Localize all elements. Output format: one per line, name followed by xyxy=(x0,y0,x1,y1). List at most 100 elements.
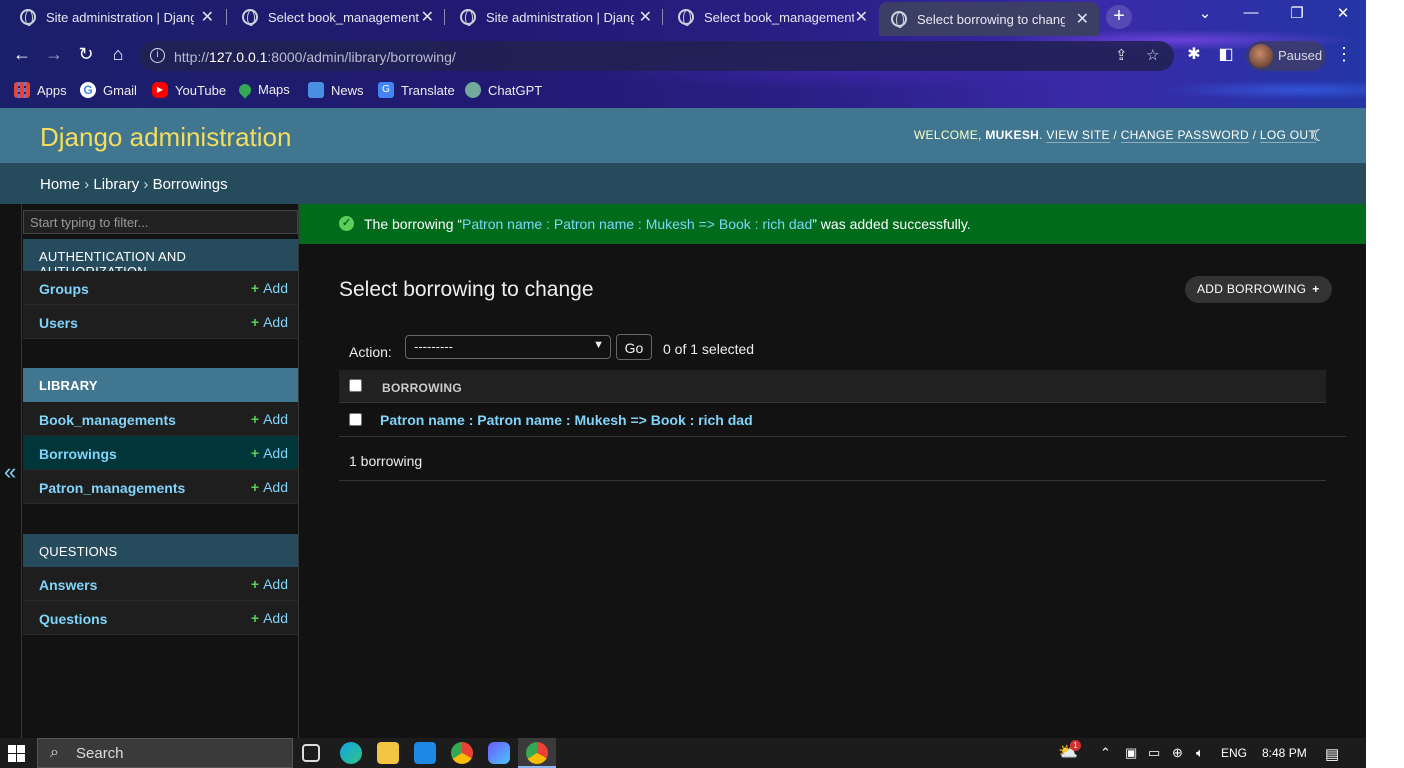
minimize-button[interactable]: — xyxy=(1236,4,1266,21)
app-caption-questions[interactable]: QUESTIONS xyxy=(23,534,298,568)
select-all-checkbox[interactable] xyxy=(349,379,362,392)
sidebar-item-questions[interactable]: Questions + Add xyxy=(23,601,298,635)
sidebar-item-label[interactable]: Patron_managements xyxy=(39,480,185,496)
nav-filter-input[interactable]: Start typing to filter... xyxy=(23,210,298,234)
volume-icon[interactable]: 🔈︎ xyxy=(1196,745,1204,761)
chrome-icon[interactable] xyxy=(451,742,473,764)
bookmark-apps[interactable]: Apps xyxy=(14,82,67,98)
close-icon[interactable]: ✕ xyxy=(1076,9,1089,29)
close-icon[interactable]: ✕ xyxy=(421,7,434,27)
sidebar-item-label[interactable]: Groups xyxy=(39,281,89,297)
sidebar-item-label[interactable]: Book_managements xyxy=(39,412,176,428)
forward-button[interactable]: → xyxy=(42,44,66,65)
log-out-link[interactable]: LOG OUT xyxy=(1259,128,1316,143)
sidebar-item-label[interactable]: Questions xyxy=(39,611,107,627)
sidebar-item-groups[interactable]: Groups + Add xyxy=(23,271,298,305)
bookmark-star-icon[interactable]: ☆ xyxy=(1146,46,1159,64)
table-header-row: BORROWING xyxy=(339,370,1326,403)
bookmark-label: ChatGPT xyxy=(488,82,543,98)
address-bar[interactable]: i http://127.0.0.1:8000/admin/library/bo… xyxy=(140,41,1174,71)
column-header-borrowing[interactable]: BORROWING xyxy=(382,381,462,395)
breadcrumb-library[interactable]: Library xyxy=(93,176,139,193)
battery-icon[interactable]: ▭ xyxy=(1148,745,1160,761)
new-tab-button[interactable]: + xyxy=(1106,5,1132,29)
menu-kebab-icon[interactable]: ⋮ xyxy=(1332,44,1356,65)
home-button[interactable]: ⌂ xyxy=(106,44,130,65)
restore-button[interactable]: ❐ xyxy=(1282,4,1312,22)
bookmark-news[interactable]: News xyxy=(308,82,364,98)
theme-toggle-moon-icon[interactable]: ☾ xyxy=(1312,126,1326,146)
bookmark-youtube[interactable]: ▶ YouTube xyxy=(152,82,226,98)
change-password-link[interactable]: CHANGE PASSWORD xyxy=(1120,128,1249,143)
bookmark-gmail[interactable]: G Gmail xyxy=(80,82,137,98)
add-users-link[interactable]: + Add xyxy=(251,314,288,330)
taskbar-search-box[interactable]: ⌕ Search xyxy=(37,738,293,768)
reload-button[interactable]: ↻ xyxy=(74,44,98,65)
go-button[interactable]: Go xyxy=(616,334,652,360)
url-text[interactable]: http://127.0.0.1:8000/admin/library/borr… xyxy=(174,49,456,65)
sidebar-item-users[interactable]: Users + Add xyxy=(23,305,298,339)
breadcrumb-home[interactable]: Home xyxy=(40,176,80,193)
chevron-up-icon[interactable]: ⌃ xyxy=(1100,745,1111,761)
close-icon[interactable]: ✕ xyxy=(201,7,214,27)
sidebar-item-borrowings[interactable]: Borrowings + Add xyxy=(23,436,298,470)
app-caption-auth[interactable]: AUTHENTICATION AND AUTHORIZATION xyxy=(23,239,298,279)
add-borrowings-link[interactable]: + Add xyxy=(251,445,288,461)
back-button[interactable]: ← xyxy=(10,44,34,65)
profile-button[interactable]: Paused xyxy=(1246,41,1326,71)
message-object-link[interactable]: Patron name : Patron name : Mukesh => Bo… xyxy=(462,216,812,232)
side-panel-icon[interactable]: ◧ xyxy=(1214,44,1238,64)
sidebar-item-label[interactable]: Users xyxy=(39,315,78,331)
tab-select-borrowing[interactable]: Select borrowing to change ✕ xyxy=(879,2,1099,36)
close-icon[interactable]: ✕ xyxy=(639,7,652,27)
tab-select-book-management-2[interactable]: Select book_management to ✕ xyxy=(658,0,878,34)
tab-search-chevron-icon[interactable]: ⌄ xyxy=(1190,4,1220,22)
add-borrowing-button[interactable]: ADD BORROWING + xyxy=(1185,276,1332,303)
add-groups-link[interactable]: + Add xyxy=(251,280,288,296)
task-view-icon[interactable] xyxy=(302,744,320,762)
network-globe-icon[interactable]: ⊕ xyxy=(1172,745,1183,761)
avatar xyxy=(1249,44,1273,68)
info-icon[interactable]: i xyxy=(150,48,165,63)
active-chrome-taskbar-item[interactable] xyxy=(518,738,556,768)
tab-select-book-management-1[interactable]: Select book_management to ✕ xyxy=(222,0,444,34)
language-indicator[interactable]: ENG xyxy=(1221,746,1247,760)
view-site-link[interactable]: VIEW SITE xyxy=(1046,128,1110,143)
sidebar-item-answers[interactable]: Answers + Add xyxy=(23,567,298,601)
bookmark-chatgpt[interactable]: ChatGPT xyxy=(465,82,542,98)
sidebar-item-label[interactable]: Answers xyxy=(39,577,97,593)
sidebar-item-patron-managements[interactable]: Patron_managements + Add xyxy=(23,470,298,504)
file-explorer-icon[interactable] xyxy=(377,742,399,764)
site-branding[interactable]: Django administration xyxy=(40,122,291,153)
add-book-managements-link[interactable]: + Add xyxy=(251,411,288,427)
app-caption-library[interactable]: LIBRARY xyxy=(23,368,298,402)
row-link[interactable]: Patron name : Patron name : Mukesh => Bo… xyxy=(380,412,753,428)
share-icon[interactable]: ⇪ xyxy=(1115,46,1128,64)
sidebar-item-book-managements[interactable]: Book_managements + Add xyxy=(23,402,298,436)
add-answers-link[interactable]: + Add xyxy=(251,576,288,592)
taskbar-clock[interactable]: 8:48 PM xyxy=(1262,746,1307,760)
row-checkbox[interactable] xyxy=(349,413,362,426)
plus-icon: + xyxy=(250,411,260,427)
user-tools: WELCOME, MUKESH. VIEW SITE / CHANGE PASS… xyxy=(913,128,1316,143)
action-center-icon[interactable]: ▤ xyxy=(1325,745,1339,763)
sidebar-collapse-toggle[interactable]: « xyxy=(0,204,22,738)
sidebar-item-label[interactable]: Borrowings xyxy=(39,446,117,462)
action-select[interactable]: --------- ▼ xyxy=(405,335,611,359)
close-icon[interactable]: ✕ xyxy=(855,7,868,27)
bookmark-translate[interactable]: G Translate xyxy=(378,82,455,98)
bookmark-maps[interactable]: Maps xyxy=(236,81,290,98)
extensions-puzzle-icon[interactable]: ✱ xyxy=(1182,44,1206,64)
tab-site-administration-1[interactable]: Site administration | Django ✕ xyxy=(0,0,224,34)
add-questions-link[interactable]: + Add xyxy=(251,610,288,626)
tab-site-administration-2[interactable]: Site administration | Django ✕ xyxy=(440,0,662,34)
maps-pin-icon xyxy=(236,81,254,98)
windows-start-icon[interactable] xyxy=(8,745,26,763)
close-window-button[interactable]: ✕ xyxy=(1328,4,1358,22)
meet-now-icon[interactable]: ▣ xyxy=(1125,745,1137,761)
clipchamp-icon[interactable] xyxy=(488,742,510,764)
edge-browser-icon[interactable] xyxy=(340,742,362,764)
add-patron-managements-link[interactable]: + Add xyxy=(251,479,288,495)
vscode-icon[interactable] xyxy=(414,742,436,764)
plus-icon: + xyxy=(250,280,260,296)
